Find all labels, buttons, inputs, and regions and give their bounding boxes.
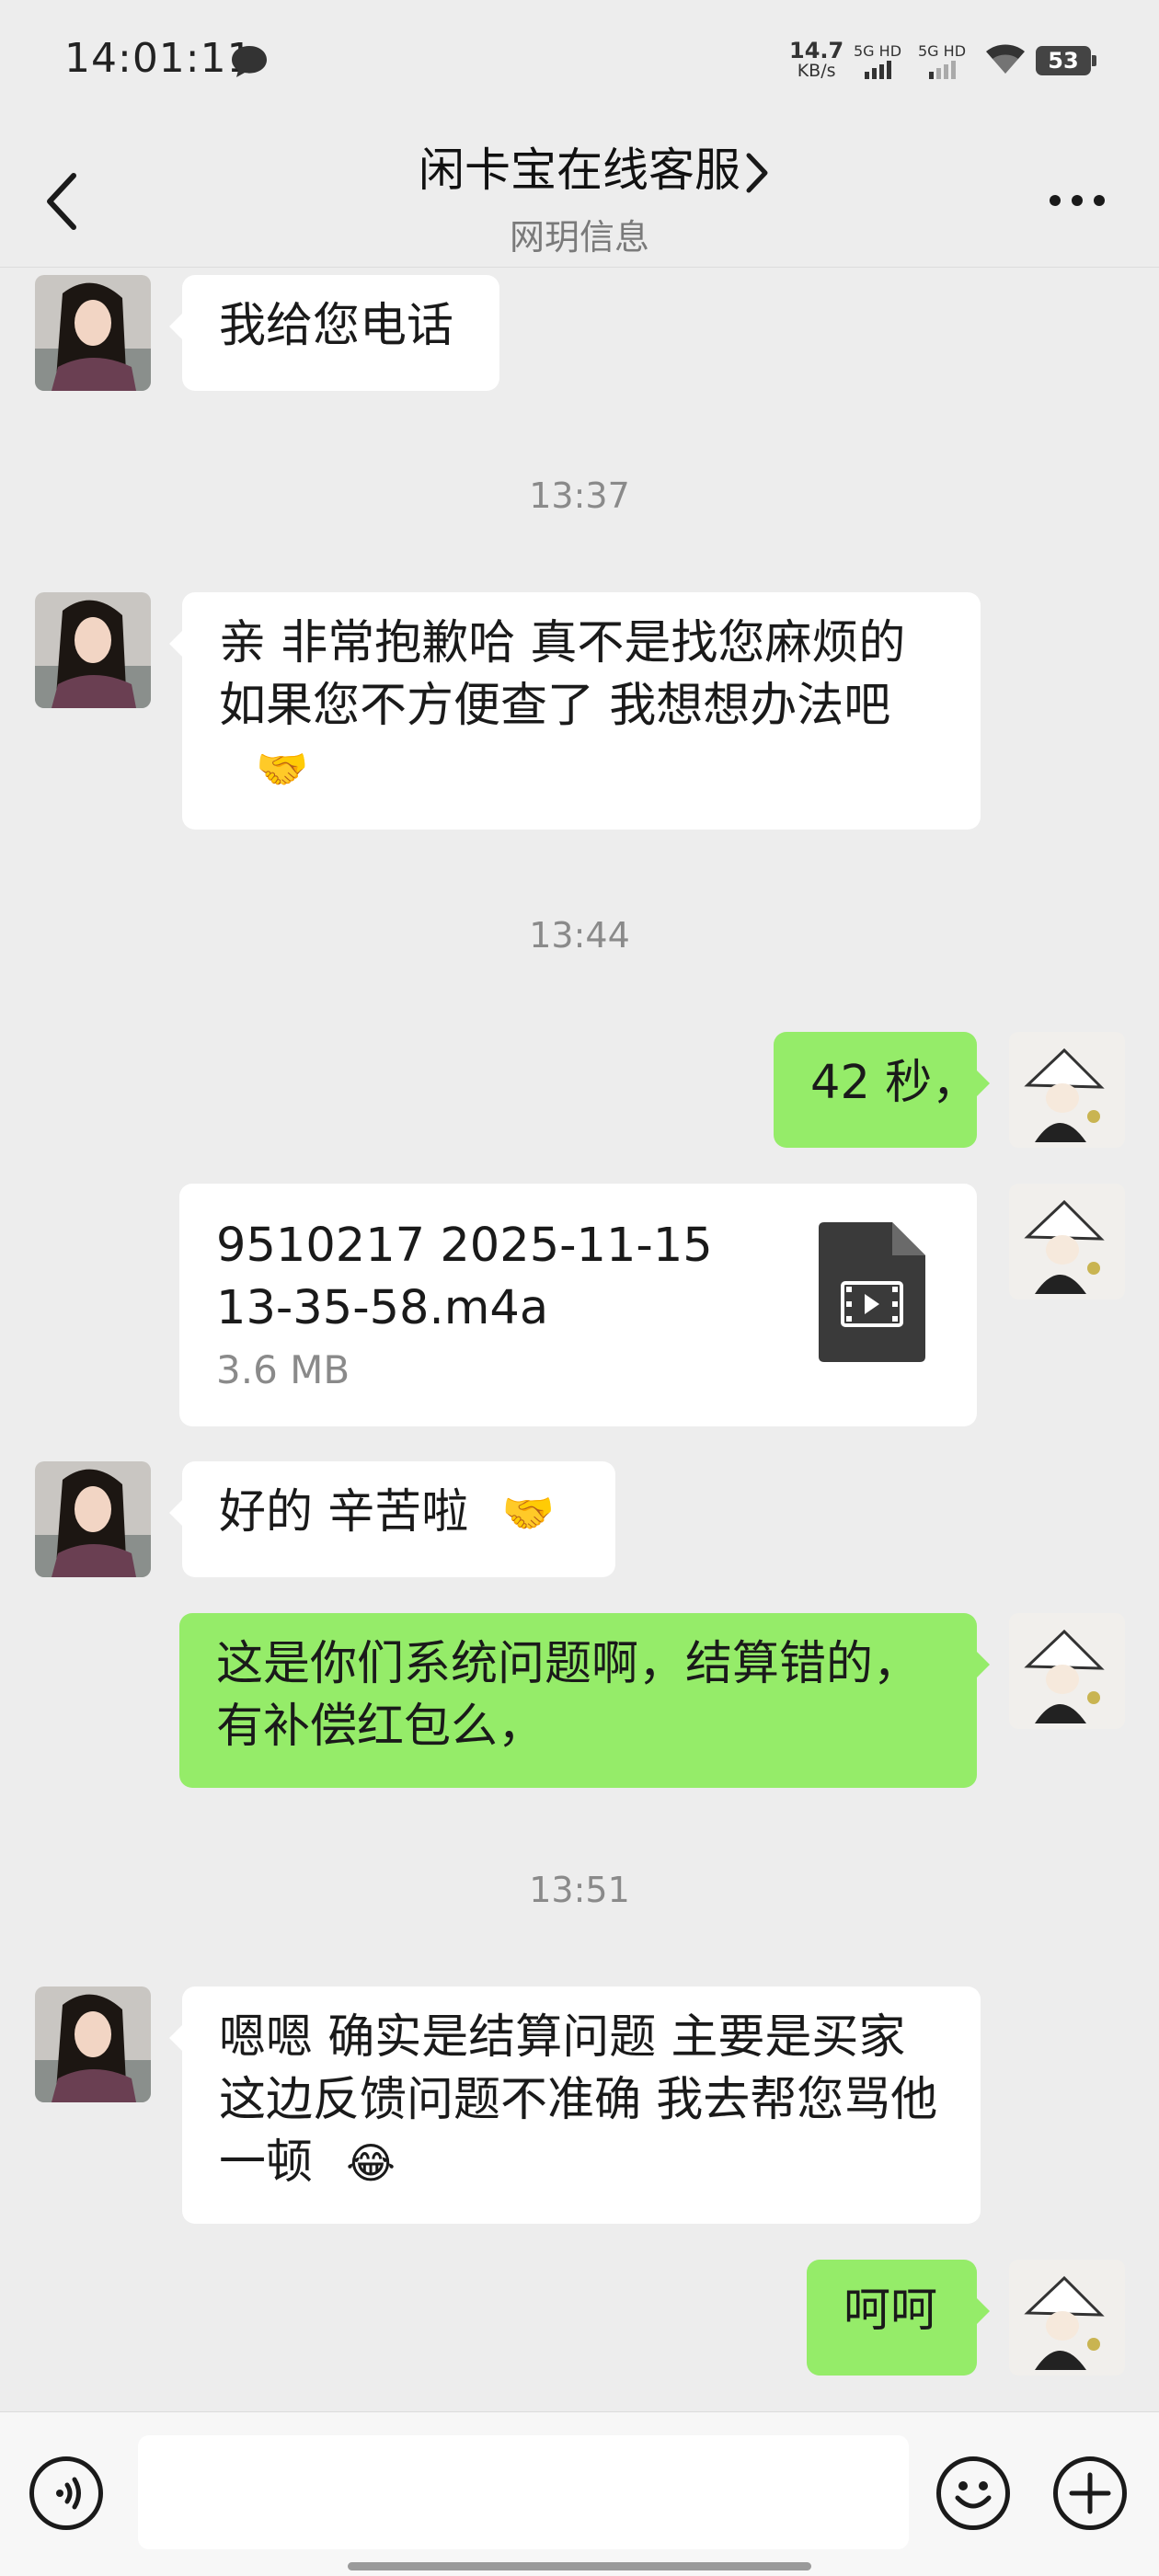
signal-2-label: 5G HD [918, 42, 967, 60]
file-size: 3.6 MB [216, 1347, 350, 1392]
avatar-service-agent[interactable] [35, 1461, 151, 1577]
message-list[interactable]: 我给您电话 13:37 亲 非常抱歉哈 真不是找您麻烦的 如果您不方便查了 我想… [0, 268, 1159, 2411]
message-notification-icon [232, 46, 267, 77]
message-bubble-out[interactable]: 42 秒， [774, 1032, 990, 1148]
message-bubble-out[interactable]: 这是你们系统问题啊，结算错的，有补偿红包么， [179, 1613, 990, 1788]
file-name-line-1: 9510217 2025-11-15 [216, 1219, 713, 1273]
message-bubble-in[interactable]: 好的 辛苦啦 🤝 [169, 1461, 615, 1577]
voice-button[interactable] [29, 2456, 103, 2530]
signal-1-icon [865, 61, 891, 79]
message-timestamp: 13:37 [529, 475, 630, 516]
signal-2-icon [929, 61, 956, 79]
wifi-icon [986, 44, 1025, 74]
message-text: 42 秒， [810, 1056, 980, 1110]
message-timestamp: 13:44 [529, 915, 630, 956]
chevron-right-icon[interactable] [743, 150, 771, 196]
message-text: 嗯嗯 确实是结算问题 主要是买家这边反馈问题不准确 我去帮您骂他一顿 [219, 2010, 938, 2190]
network-speed-unit: KB/s [797, 61, 836, 81]
network-speed: 14.7 KB/s [789, 40, 843, 81]
signal-1-label: 5G HD [854, 42, 902, 60]
avatar-service-agent[interactable] [35, 1986, 151, 2102]
message-text: 我给您电话 [219, 299, 454, 353]
file-name: 9510217 2025-11-15 13-35-58.m4a [216, 1215, 713, 1340]
laugh-emoji: 😂 [346, 2138, 396, 2188]
plus-icon [1069, 2472, 1111, 2514]
avatar-self[interactable] [1009, 1032, 1125, 1148]
plus-button[interactable] [1053, 2456, 1127, 2530]
message-bubble-in[interactable]: 我给您电话 [169, 275, 499, 391]
file-name-line-2: 13-35-58.m4a [216, 1281, 549, 1335]
handshake-emoji: 🤝 [501, 1488, 555, 1538]
chat-header: 闲卡宝在线客服 网玥信息 [0, 124, 1159, 268]
avatar-self[interactable] [1009, 2260, 1125, 2376]
handshake-emoji: 🤝 [256, 744, 309, 794]
chat-title[interactable]: 闲卡宝在线客服 [0, 133, 1159, 200]
message-bubble-in[interactable]: 亲 非常抱歉哈 真不是找您麻烦的 如果您不方便查了 我想想办法吧 🤝 [169, 592, 981, 830]
file-message-card[interactable]: 9510217 2025-11-15 13-35-58.m4a 3.6 MB [179, 1184, 977, 1426]
message-text: 呵呵 [843, 2284, 938, 2338]
status-bar: 14:01:11 14.7 KB/s 5G HD 5G HD 53 [0, 0, 1159, 124]
avatar-self[interactable] [1009, 1184, 1125, 1299]
home-indicator[interactable] [348, 2562, 811, 2570]
video-file-icon [819, 1222, 925, 1362]
chat-subtitle: 网玥信息 [509, 217, 649, 258]
emoji-button[interactable] [936, 2456, 1010, 2530]
emoji-icon [955, 2481, 992, 2509]
message-bubble-in[interactable]: 嗯嗯 确实是结算问题 主要是买家这边反馈问题不准确 我去帮您骂他一顿 😂 [169, 1986, 981, 2224]
avatar-self[interactable] [1009, 1613, 1125, 1729]
avatar-service-agent[interactable] [35, 592, 151, 708]
message-timestamp: 13:51 [529, 1870, 630, 1910]
voice-icon [56, 2477, 81, 2510]
battery-level: 53 [1048, 48, 1079, 74]
message-bubble-out[interactable]: 呵呵 [807, 2260, 990, 2376]
message-text: 亲 非常抱歉哈 真不是找您麻烦的 如果您不方便查了 我想想办法吧 [219, 616, 906, 733]
status-time: 14:01:11 [64, 35, 254, 82]
input-bar [0, 2411, 1159, 2576]
battery-icon: 53 [1036, 46, 1096, 75]
network-speed-value: 14.7 [789, 38, 844, 63]
avatar-service-agent[interactable] [35, 275, 151, 391]
message-text: 这是你们系统问题啊，结算错的，有补偿红包么， [216, 1637, 921, 1754]
more-button[interactable] [1049, 194, 1106, 207]
message-text: 好的 辛苦啦 [219, 1485, 469, 1540]
message-input[interactable] [138, 2435, 909, 2549]
